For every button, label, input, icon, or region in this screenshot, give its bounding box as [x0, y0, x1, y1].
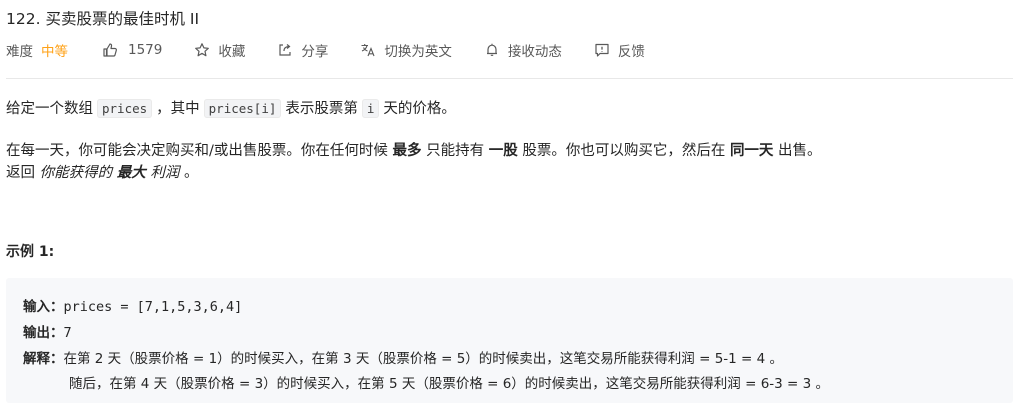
italic-text: 利润: [150, 165, 180, 181]
inline-code: prices[i]: [203, 99, 282, 118]
example-input-line: 输入：prices = [7,1,5,3,6,4]: [23, 295, 242, 315]
feedback-button[interactable]: 反馈: [594, 40, 645, 60]
text: 在每一天，你可能会决定购买和/或出售股票。你在任何时候: [6, 143, 388, 159]
difficulty-badge: 中等: [41, 44, 68, 60]
text: 。: [183, 165, 199, 181]
favorite-button[interactable]: 收藏: [194, 40, 245, 60]
text: 返回: [6, 165, 35, 181]
output-label: 输出：: [23, 325, 64, 341]
inline-code: i: [361, 99, 380, 118]
divider: [6, 78, 1013, 79]
input-value: prices = [7,1,5,3,6,4]: [63, 299, 243, 315]
text: 只能持有: [426, 143, 485, 159]
switch-language-button[interactable]: 切换为英文: [360, 40, 452, 60]
share-label: 分享: [301, 44, 329, 60]
like-count: 1579: [128, 42, 163, 58]
thumbs-up-icon: [103, 43, 117, 57]
favorite-label: 收藏: [218, 44, 246, 60]
subscribe-button[interactable]: 接收动态: [484, 40, 562, 60]
text: 天的价格。: [383, 101, 456, 117]
switch-language-label: 切换为英文: [384, 44, 452, 60]
feedback-icon: [595, 43, 609, 57]
emphasis: 最多: [392, 143, 422, 159]
problem-title: 122. 买卖股票的最佳时机 II: [6, 10, 200, 28]
inline-code: prices: [97, 99, 153, 118]
input-label: 输入：: [23, 299, 64, 315]
example-code-block: 输入：prices = [7,1,5,3,6,4] 输出：7 解释：在第 2 天…: [6, 278, 1013, 403]
star-icon: [195, 43, 210, 57]
example-explain-line-2: 随后，在第 4 天（股票价格 = 3）的时候买入，在第 5 天（股票价格 = 6…: [69, 376, 830, 392]
emphasis: 一股: [488, 143, 518, 159]
description-paragraph-3: 返回 你能获得的 最大 利润 。: [6, 162, 198, 184]
share-button[interactable]: 分享: [277, 40, 328, 60]
translate-icon: [361, 44, 375, 57]
share-icon: [279, 44, 291, 56]
like-button[interactable]: 1579: [102, 42, 162, 58]
difficulty-label: 难度: [6, 44, 33, 60]
explain-text: 在第 2 天（股票价格 = 1）的时候买入，在第 3 天（股票价格 = 5）的时…: [63, 351, 784, 367]
example-output-line: 输出：7: [23, 321, 72, 341]
problem-meta-bar: 难度 中等 1579 收藏 分享 切换为英文 接收动态 反馈: [6, 40, 645, 60]
description-paragraph-1: 给定一个数组 prices ，其中 prices[i] 表示股票第 i 天的价格。: [6, 98, 456, 120]
text: ，其中: [156, 101, 200, 117]
example-title: 示例 1:: [6, 244, 55, 260]
emphasis: 同一天: [729, 143, 774, 159]
subscribe-label: 接收动态: [507, 44, 562, 60]
emphasis: 最大: [116, 165, 146, 181]
italic-text: 你能获得的: [39, 165, 113, 181]
text: 出售。: [778, 143, 822, 159]
example-explain-line-1: 解释：在第 2 天（股票价格 = 1）的时候买入，在第 3 天（股票价格 = 5…: [23, 347, 783, 367]
text: 表示股票第: [285, 101, 358, 117]
output-value: 7: [63, 325, 72, 341]
feedback-label: 反馈: [617, 44, 645, 60]
description-paragraph-2: 在每一天，你可能会决定购买和/或出售股票。你在任何时候 最多 只能持有 一股 股…: [6, 140, 822, 162]
explain-label: 解释：: [23, 351, 64, 367]
bell-icon: [486, 43, 497, 56]
text: 给定一个数组: [6, 101, 93, 117]
text: 股票。你也可以购买它，然后在: [522, 143, 726, 159]
